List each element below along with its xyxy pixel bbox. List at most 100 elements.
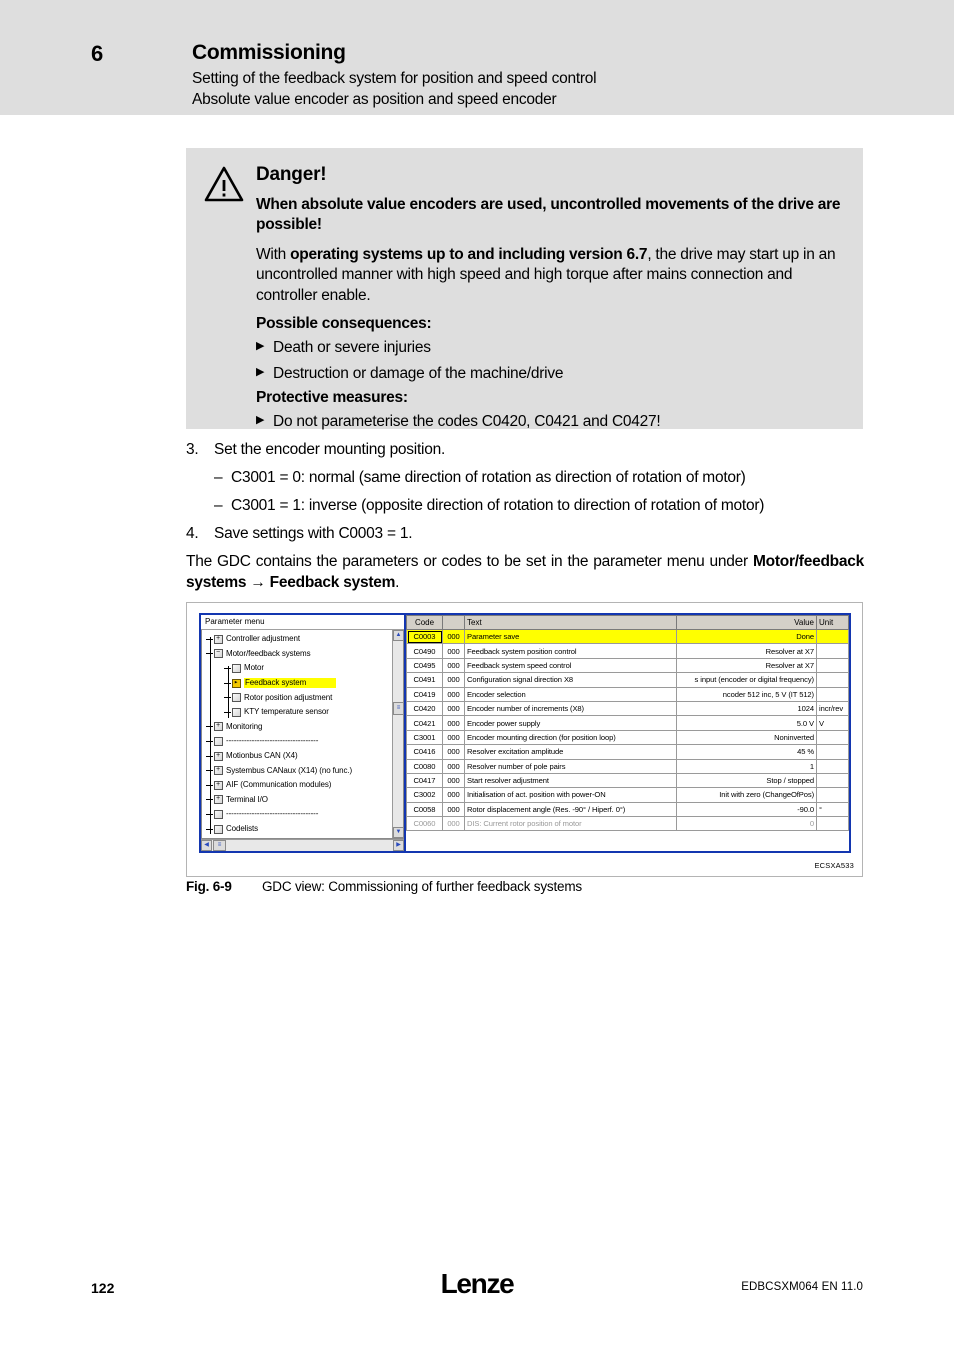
bullet-triangle-icon: ▶: [256, 340, 265, 353]
cell-value[interactable]: Stop / stopped: [676, 772, 817, 789]
cell-value[interactable]: -90.0: [676, 801, 817, 818]
table-row[interactable]: C3002 000 Initialisation of act. position …: [406, 787, 849, 803]
tree-horizontal-scrollbar[interactable]: ◀ ≡ ▶: [201, 839, 404, 851]
cell-code: C0495: [406, 657, 443, 674]
scroll-thumb[interactable]: ≡: [393, 702, 403, 715]
folder-icon: [214, 809, 223, 819]
expand-toggle-icon[interactable]: +: [216, 795, 220, 804]
cell-value[interactable]: Resolver at X7: [676, 657, 817, 674]
tree-item-motor-feedback-systems[interactable]: − Motor/feedback systems: [202, 647, 403, 662]
cell-subcode: 000: [442, 787, 465, 803]
step-sub-text: C3001 = 0: normal (same direction of rot…: [231, 469, 746, 487]
folder-icon: [214, 736, 223, 746]
expand-toggle-icon[interactable]: −: [216, 649, 220, 658]
cell-value[interactable]: 1024: [676, 700, 817, 717]
cell-value[interactable]: 1: [676, 758, 817, 774]
folder-plus-icon[interactable]: +: [214, 751, 223, 761]
folder-icon: [232, 663, 241, 673]
tree-item-[interactable]: ------------------------------------: [202, 807, 403, 822]
cell-text: Configuration signal direction X8: [464, 672, 677, 688]
table-row[interactable]: C0491 000 Configuration signal direction X…: [406, 672, 849, 688]
table-row[interactable]: C0420 000 Encoder number of increments (X8…: [406, 700, 849, 717]
table-row[interactable]: C0080 000 Resolver number of pole pairs 1: [406, 758, 849, 774]
expand-toggle-icon[interactable]: +: [216, 781, 220, 790]
expand-toggle-icon[interactable]: +: [216, 722, 220, 731]
folder-plus-icon[interactable]: +: [214, 766, 223, 776]
tree-item-label: Terminal I/O: [226, 794, 268, 804]
cell-subcode: 000: [442, 657, 465, 674]
tree-item-rotor-position-adjustment[interactable]: Rotor position adjustment: [202, 690, 403, 705]
column-header-unit: Unit: [816, 615, 849, 630]
danger-measure-text: Do not parameterise the codes C0420, C04…: [273, 413, 661, 431]
tree-item-terminal-i-o[interactable]: + Terminal I/O: [202, 793, 403, 808]
folder-minus-icon[interactable]: −: [214, 649, 223, 659]
cell-unit: [816, 729, 849, 746]
tree-item-[interactable]: ------------------------------------: [202, 734, 403, 749]
folder-icon: [232, 707, 241, 717]
tree-item-label: Systembus CANaux (X14) (no func.): [226, 765, 353, 775]
tree-item-label: Motor: [244, 663, 264, 673]
expand-toggle-icon[interactable]: +: [216, 766, 220, 775]
tree-item-motor[interactable]: Motor: [202, 661, 403, 676]
expand-toggle-icon[interactable]: +: [216, 635, 220, 644]
cell-value[interactable]: Noninverted: [676, 729, 817, 746]
table-row[interactable]: C0060 000 DIS: Current rotor position of m…: [406, 816, 849, 832]
table-row[interactable]: C0419 000 Encoder selection ncoder 512 inc,…: [406, 686, 849, 702]
scroll-h-thumb[interactable]: ≡: [213, 840, 226, 851]
danger-consequence-item: ▶ Destruction or damage of the machine/dr…: [256, 364, 851, 384]
cell-code: C0491: [406, 672, 443, 688]
cell-text: Encoder selection: [464, 686, 677, 702]
scroll-down-icon[interactable]: ▼: [393, 827, 403, 838]
parameter-table-pane: Code Text Value Unit C0003 000 Parameter s…: [406, 615, 849, 851]
cell-value[interactable]: 5.0 V: [676, 715, 817, 731]
table-row[interactable]: C0003 000 Parameter save Done: [406, 628, 849, 645]
cell-value[interactable]: ncoder 512 inc, 5 V (IT 512): [676, 686, 817, 702]
scroll-left-icon[interactable]: ◀: [201, 840, 212, 851]
expand-toggle-icon[interactable]: +: [216, 752, 220, 761]
cell-value[interactable]: Resolver at X7: [676, 643, 817, 659]
tree-item-kty-temperature-sensor[interactable]: KTY temperature sensor: [202, 705, 403, 720]
table-row[interactable]: C0490 000 Feedback system position control…: [406, 643, 849, 659]
cell-subcode: 000: [442, 744, 465, 760]
cell-value[interactable]: Done: [676, 628, 817, 645]
tree-item-motionbus-can-x4[interactable]: + Motionbus CAN (X4): [202, 749, 403, 764]
step-item: 3. Set the encoder mounting position.: [186, 440, 876, 460]
table-row[interactable]: C0416 000 Resolver excitation amplitude 45 …: [406, 744, 849, 760]
folder-plus-icon[interactable]: +: [214, 795, 223, 805]
danger-consequence-text: Destruction or damage of the machine/dri…: [273, 364, 564, 382]
danger-callout-box: Danger! When absolute value encoders are…: [186, 148, 863, 431]
scroll-up-icon[interactable]: ▲: [393, 630, 403, 641]
folder-icon: [214, 824, 223, 834]
tree-item-label: ------------------------------------: [226, 809, 319, 819]
table-row[interactable]: C0421 000 Encoder power supply 5.0 VV: [406, 715, 849, 731]
table-row[interactable]: C0058 000 Rotor displacement angle (Res. -…: [406, 801, 849, 818]
cell-subcode: 000: [442, 729, 465, 746]
tree-item-controller-adjustment[interactable]: + Controller adjustment: [202, 632, 403, 647]
tree-item-codelists[interactable]: Codelists: [202, 822, 403, 837]
table-row[interactable]: C0417 000 Start resolver adjustment Stop / …: [406, 772, 849, 789]
tree-item-label: Monitoring: [226, 721, 263, 731]
folder-plus-icon[interactable]: +: [214, 634, 223, 644]
column-header-sub: [442, 615, 465, 630]
cell-value[interactable]: 45 %: [676, 744, 817, 760]
table-row[interactable]: C0495 000 Feedback system speed control Res…: [406, 657, 849, 674]
cell-value[interactable]: Init with zero (ChangeOfPos): [676, 787, 817, 803]
cell-value[interactable]: 0: [676, 816, 817, 832]
folder-plus-icon[interactable]: +: [214, 722, 223, 732]
cell-value[interactable]: s input (encoder or digital frequency): [676, 672, 817, 688]
column-header-value: Value: [676, 615, 817, 630]
tree-item-systembus-canaux-x14-no-func[interactable]: + Systembus CANaux (X14) (no func.): [202, 763, 403, 778]
table-row[interactable]: C3001 000 Encoder mounting direction (for …: [406, 729, 849, 746]
scroll-right-icon[interactable]: ▶: [393, 840, 404, 851]
tree-item-monitoring[interactable]: + Monitoring: [202, 720, 403, 735]
tree-vertical-scrollbar[interactable]: ▲ ≡ ▼: [392, 630, 403, 838]
tree-item-aif-communication-modules[interactable]: + AIF (Communication modules): [202, 778, 403, 793]
step-sub-item: – C3001 = 1: inverse (opposite direction …: [186, 496, 876, 516]
cell-subcode: 000: [442, 772, 465, 789]
chapter-number: 6: [91, 41, 104, 66]
parameter-menu-tree[interactable]: + Controller adjustment − Motor/feedback sy…: [201, 630, 404, 839]
folder-plus-icon[interactable]: +: [214, 780, 223, 790]
chapter-subtitle-1: Setting of the feedback system for posit…: [192, 70, 597, 87]
tree-item-feedback-system[interactable]: ▸ Feedback system: [202, 676, 403, 691]
danger-measures-label: Protective measures:: [256, 389, 408, 407]
